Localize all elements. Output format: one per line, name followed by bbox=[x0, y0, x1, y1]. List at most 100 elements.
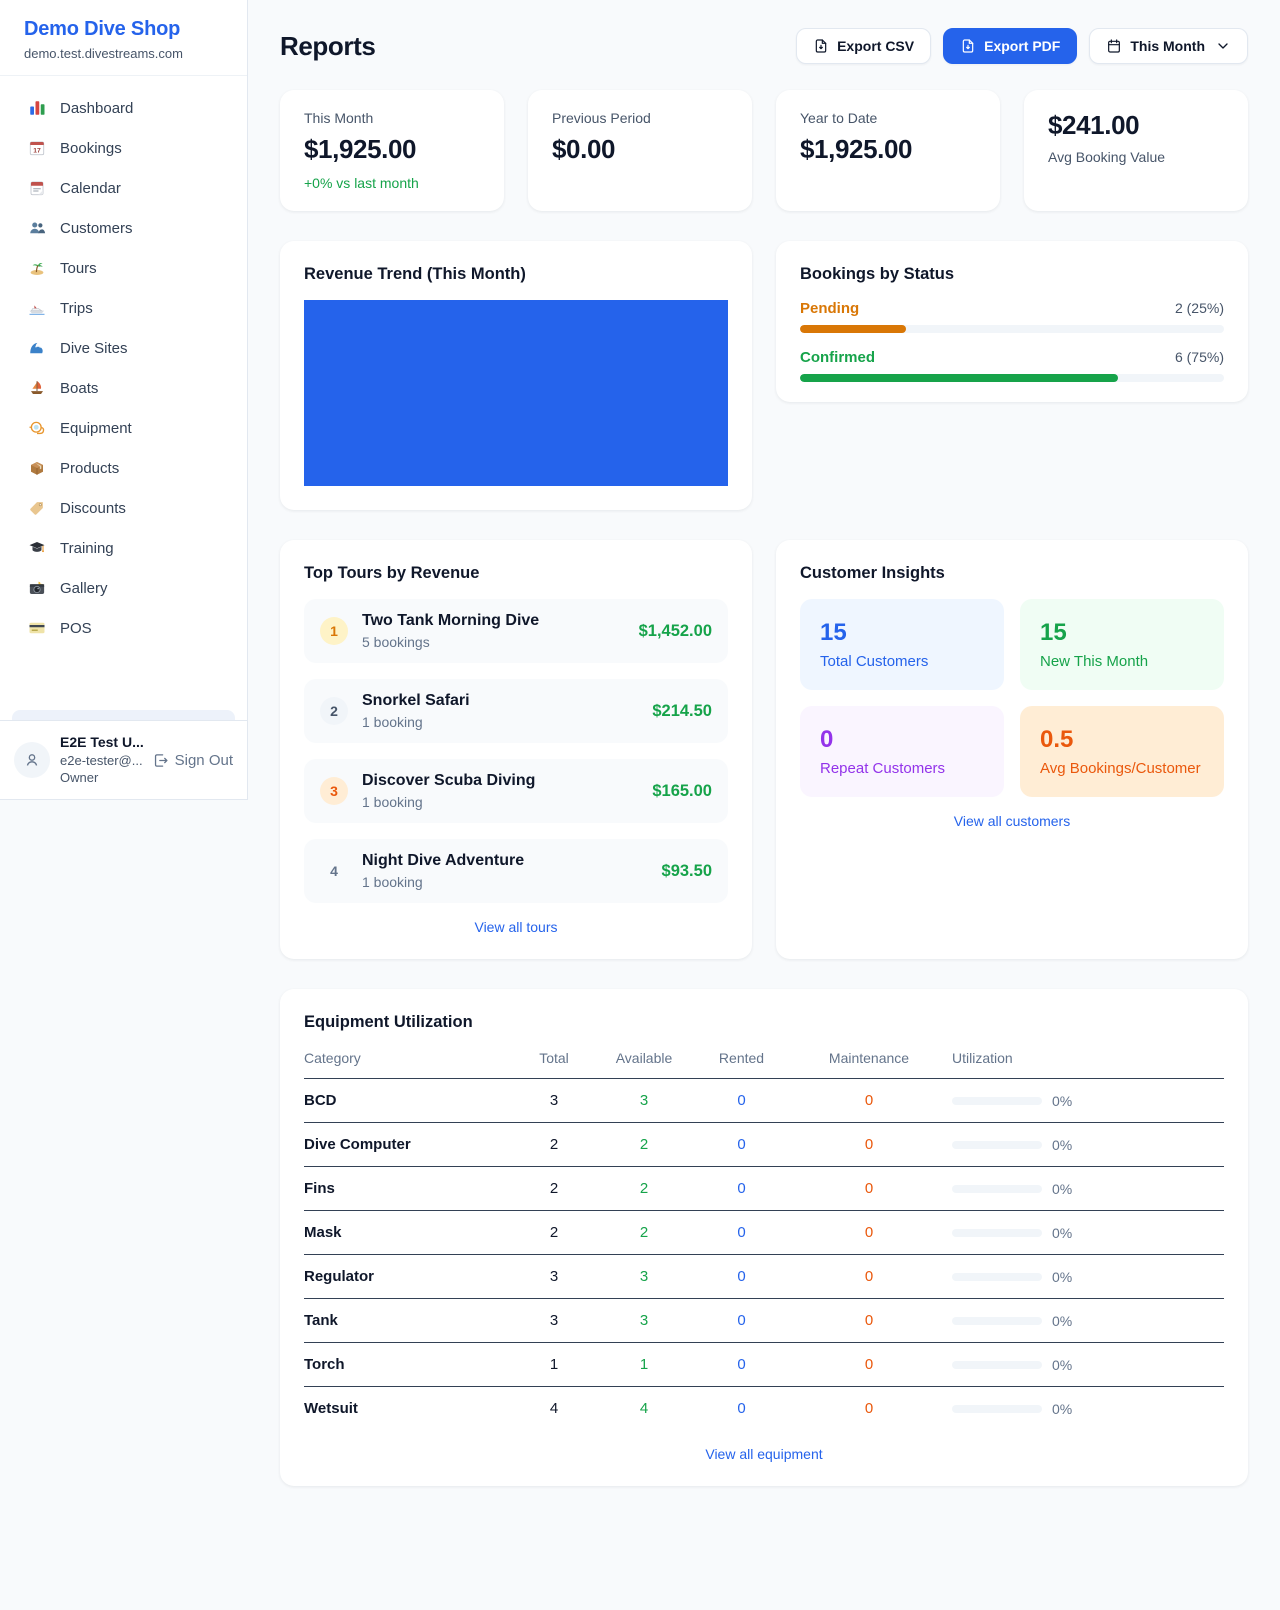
status-row-confirmed: Confirmed 6 (75%) bbox=[800, 349, 1224, 382]
cell-available: 2 bbox=[599, 1123, 689, 1166]
stat-label: Avg Booking Value bbox=[1048, 149, 1224, 165]
column-header-maintenance: Maintenance bbox=[794, 1050, 944, 1078]
file-download-icon bbox=[960, 38, 976, 54]
insight-tile-repeat-customers: 0 Repeat Customers bbox=[800, 706, 1004, 797]
insight-label: New This Month bbox=[1040, 653, 1204, 670]
rank-badge: 2 bbox=[320, 697, 348, 725]
rank-badge: 3 bbox=[320, 777, 348, 805]
tour-bookings: 1 booking bbox=[362, 873, 524, 891]
cell-utilization: 0% bbox=[944, 1124, 1224, 1166]
utilization-percent: 0% bbox=[1052, 1225, 1072, 1241]
stat-card-year-to-date: Year to Date $1,925.00 bbox=[776, 90, 1000, 211]
cell-available: 4 bbox=[599, 1387, 689, 1430]
people-icon bbox=[28, 219, 46, 237]
equipment-utilization-title: Equipment Utilization bbox=[304, 1013, 1224, 1032]
utilization-percent: 0% bbox=[1052, 1093, 1072, 1109]
insight-tile-avg-bookings: 0.5 Avg Bookings/Customer bbox=[1020, 706, 1224, 797]
view-all-customers-link[interactable]: View all customers bbox=[800, 813, 1224, 829]
cell-rented: 0 bbox=[689, 1079, 794, 1122]
period-selector[interactable]: This Month bbox=[1089, 28, 1248, 64]
shop-name-link[interactable]: Demo Dive Shop bbox=[24, 18, 223, 41]
equipment-table: Category Total Available Rented Maintena… bbox=[304, 1050, 1224, 1430]
table-row: Tank 3 3 0 0 0% bbox=[304, 1299, 1224, 1343]
stat-label: Year to Date bbox=[800, 110, 976, 126]
sidebar-item-label: Products bbox=[60, 460, 119, 477]
rank-badge: 4 bbox=[320, 857, 348, 885]
main-content: Reports Export CSV Export PDF This Month… bbox=[248, 0, 1280, 1526]
export-pdf-button[interactable]: Export PDF bbox=[943, 28, 1077, 64]
insights-row: Top Tours by Revenue 1 Two Tank Morning … bbox=[280, 540, 1248, 959]
table-row: Regulator 3 3 0 0 0% bbox=[304, 1255, 1224, 1299]
tour-revenue: $1,452.00 bbox=[639, 622, 712, 641]
sidebar-item-pos[interactable]: POS bbox=[8, 608, 239, 648]
stat-delta: +0% vs last month bbox=[304, 175, 480, 191]
cell-available: 2 bbox=[599, 1211, 689, 1254]
sidebar-item-trips[interactable]: Trips bbox=[8, 288, 239, 328]
cell-rented: 0 bbox=[689, 1343, 794, 1386]
sidebar-item-label: Boats bbox=[60, 380, 98, 397]
tour-bookings: 1 booking bbox=[362, 793, 535, 811]
sidebar-item-equipment[interactable]: Equipment bbox=[8, 408, 239, 448]
tour-row: 4 Night Dive Adventure 1 booking $93.50 bbox=[304, 839, 728, 903]
insight-value: 0 bbox=[820, 726, 984, 754]
stat-value: $241.00 bbox=[1048, 110, 1224, 141]
insight-value: 15 bbox=[820, 619, 984, 647]
sidebar-item-tours[interactable]: Tours bbox=[8, 248, 239, 288]
export-csv-button[interactable]: Export CSV bbox=[796, 28, 931, 64]
utilization-track bbox=[952, 1317, 1042, 1325]
sidebar-item-dive-sites[interactable]: Dive Sites bbox=[8, 328, 239, 368]
cell-total: 4 bbox=[509, 1387, 599, 1430]
table-row: Mask 2 2 0 0 0% bbox=[304, 1211, 1224, 1255]
credit-card-icon bbox=[28, 619, 46, 637]
view-all-tours-link[interactable]: View all tours bbox=[304, 919, 728, 935]
sidebar-item-label: Trips bbox=[60, 300, 93, 317]
stat-value: $1,925.00 bbox=[304, 134, 480, 165]
utilization-track bbox=[952, 1361, 1042, 1369]
utilization-percent: 0% bbox=[1052, 1357, 1072, 1373]
sidebar-item-boats[interactable]: Boats bbox=[8, 368, 239, 408]
stat-card-avg-booking-value: $241.00 Avg Booking Value bbox=[1024, 90, 1248, 211]
sidebar-item-training[interactable]: Training bbox=[8, 528, 239, 568]
insight-tile-total-customers: 15 Total Customers bbox=[800, 599, 1004, 690]
log-out-icon bbox=[152, 752, 169, 769]
table-row: Fins 2 2 0 0 0% bbox=[304, 1167, 1224, 1211]
tour-list: 1 Two Tank Morning Dive 5 bookings $1,45… bbox=[304, 599, 728, 903]
stat-card-previous-period: Previous Period $0.00 bbox=[528, 90, 752, 211]
desert-island-icon bbox=[28, 259, 46, 277]
sidebar-item-customers[interactable]: Customers bbox=[8, 208, 239, 248]
utilization-track bbox=[952, 1097, 1042, 1105]
sidebar-item-products[interactable]: Products bbox=[8, 448, 239, 488]
dive-mask-icon bbox=[28, 419, 46, 437]
column-header-available: Available bbox=[599, 1050, 689, 1078]
tour-row: 2 Snorkel Safari 1 booking $214.50 bbox=[304, 679, 728, 743]
sidebar-item-gallery[interactable]: Gallery bbox=[8, 568, 239, 608]
table-row: BCD 3 3 0 0 0% bbox=[304, 1079, 1224, 1123]
sidebar-item-reports-partial[interactable] bbox=[12, 710, 235, 720]
sidebar-item-bookings[interactable]: 17 Bookings bbox=[8, 128, 239, 168]
insight-grid: 15 Total Customers 15 New This Month 0 R… bbox=[800, 599, 1224, 797]
utilization-percent: 0% bbox=[1052, 1269, 1072, 1285]
sidebar-item-calendar[interactable]: Calendar bbox=[8, 168, 239, 208]
cell-maintenance: 0 bbox=[794, 1123, 944, 1166]
cell-utilization: 0% bbox=[944, 1344, 1224, 1386]
utilization-track bbox=[952, 1405, 1042, 1413]
sidebar-item-dashboard[interactable]: Dashboard bbox=[8, 88, 239, 128]
person-icon bbox=[22, 750, 42, 770]
cell-utilization: 0% bbox=[944, 1212, 1224, 1254]
progress-track bbox=[800, 325, 1224, 333]
status-label: Confirmed bbox=[800, 349, 875, 366]
tour-name: Discover Scuba Diving bbox=[362, 771, 535, 791]
view-all-equipment-link[interactable]: View all equipment bbox=[304, 1446, 1224, 1462]
sidebar-item-label: Tours bbox=[60, 260, 97, 277]
cell-maintenance: 0 bbox=[794, 1079, 944, 1122]
cell-category: Tank bbox=[304, 1299, 509, 1342]
progress-track bbox=[800, 374, 1224, 382]
sidebar-item-label: Dashboard bbox=[60, 100, 133, 117]
sidebar-item-discounts[interactable]: Discounts bbox=[8, 488, 239, 528]
cell-rented: 0 bbox=[689, 1167, 794, 1210]
sign-out-button[interactable]: Sign Out bbox=[152, 752, 233, 769]
shop-domain: demo.test.divestreams.com bbox=[24, 46, 223, 61]
revenue-trend-card: Revenue Trend (This Month) bbox=[280, 241, 752, 510]
cell-rented: 0 bbox=[689, 1123, 794, 1166]
page-title: Reports bbox=[280, 31, 375, 62]
